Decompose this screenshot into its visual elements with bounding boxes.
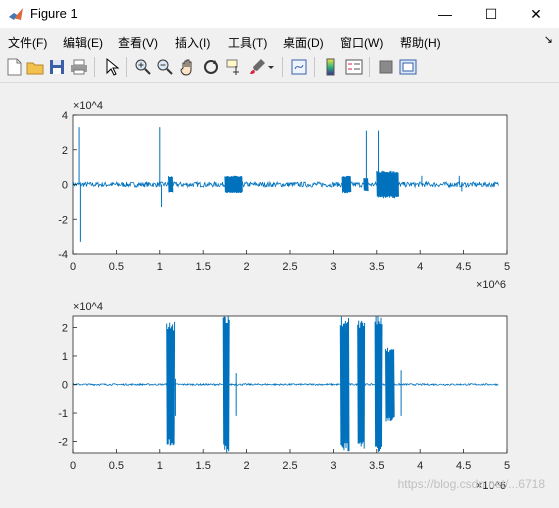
link-plot-icon[interactable] bbox=[289, 57, 309, 77]
x-tick-label: 4.5 bbox=[456, 460, 471, 472]
maximize-button[interactable]: ☐ bbox=[468, 0, 514, 28]
menu-desktop[interactable]: 桌面(D) bbox=[283, 34, 324, 51]
save-icon[interactable] bbox=[47, 57, 67, 77]
x-tick-label: 3.5 bbox=[369, 261, 384, 273]
y-tick-label: -1 bbox=[58, 408, 68, 420]
x-tick-label: 0.5 bbox=[109, 460, 124, 472]
new-figure-icon[interactable] bbox=[4, 57, 24, 77]
toolbar-separator bbox=[314, 57, 315, 77]
menu-help[interactable]: 帮助(H) bbox=[400, 34, 441, 51]
x-tick-label: 2.5 bbox=[282, 460, 297, 472]
close-button[interactable]: ✕ bbox=[513, 0, 559, 28]
menu-tools[interactable]: 工具(T) bbox=[228, 34, 267, 51]
open-file-icon[interactable] bbox=[25, 57, 45, 77]
x-tick-label: 4 bbox=[417, 460, 423, 472]
figure-canvas: 0 0.5 1 1.5 2 2.5 3 3.5 4 4.5 5 4 2 0 -2 -4 ×10^4 ×10^6… bbox=[0, 83, 559, 503]
show-plot-tools-icon[interactable] bbox=[398, 57, 418, 77]
signal-burst bbox=[385, 347, 395, 422]
matlab-icon bbox=[9, 8, 23, 20]
x-tick-label: 0 bbox=[70, 460, 76, 472]
x-tick-label: 1.5 bbox=[196, 261, 211, 273]
y-tick-label: 2 bbox=[62, 145, 68, 157]
x-tick-label: 3 bbox=[330, 460, 336, 472]
signal-burst bbox=[357, 320, 366, 449]
window-title: Figure 1 bbox=[30, 6, 78, 21]
x-tick-label: 3 bbox=[330, 261, 336, 273]
menu-file[interactable]: 文件(F) bbox=[8, 34, 47, 51]
x-tick-label: 3.5 bbox=[369, 460, 384, 472]
y-tick-label: 4 bbox=[62, 110, 68, 122]
signal-burst bbox=[376, 170, 399, 199]
hide-plot-tools-icon[interactable] bbox=[376, 57, 396, 77]
toolbar-separator bbox=[369, 57, 370, 77]
signal-burst bbox=[374, 316, 383, 452]
x-tick-label: 2 bbox=[244, 261, 250, 273]
x-tick-label: 5 bbox=[504, 460, 510, 472]
x-tick-label: 0 bbox=[70, 261, 76, 273]
y-tick-label: -4 bbox=[58, 249, 68, 261]
zoom-out-icon[interactable] bbox=[155, 57, 175, 77]
x-tick-label: 1 bbox=[157, 460, 163, 472]
x-exponent-label: ×10^6 bbox=[476, 279, 506, 291]
bottom-axes[interactable]: 0 0.5 1 1.5 2 2.5 3 3.5 4 4.5 5210-1-2 ×10^4 ×10^6 bbox=[58, 301, 510, 492]
y-exponent-label: ×10^4 bbox=[73, 100, 103, 112]
x-tick-label: 4 bbox=[417, 261, 423, 273]
menu-edit[interactable]: 编辑(E) bbox=[63, 34, 103, 51]
x-tick-label: 4.5 bbox=[456, 261, 471, 273]
data-cursor-icon[interactable] bbox=[224, 57, 244, 77]
menu-insert[interactable]: 插入(I) bbox=[175, 34, 210, 51]
menu-overflow-icon[interactable]: ↘ bbox=[544, 33, 553, 46]
y-tick-label: -2 bbox=[58, 214, 68, 226]
figure-toolbar bbox=[0, 52, 559, 83]
plot-area: 0 0.5 1 1.5 2 2.5 3 3.5 4 4.5 5420-2-4 ×10^4 ×10^6… bbox=[58, 100, 510, 492]
signal-burst bbox=[222, 316, 230, 453]
y-tick-label: 2 bbox=[62, 322, 68, 334]
x-tick-label: 2.5 bbox=[282, 261, 297, 273]
x-tick-label: 5 bbox=[504, 261, 510, 273]
toolbar-separator bbox=[94, 57, 95, 77]
colorbar-icon[interactable] bbox=[321, 57, 341, 77]
signal-burst bbox=[168, 176, 174, 193]
pan-icon[interactable] bbox=[178, 57, 198, 77]
menu-view[interactable]: 查看(V) bbox=[118, 34, 158, 51]
x-tick-label: 1 bbox=[157, 261, 163, 273]
menu-window[interactable]: 窗口(W) bbox=[340, 34, 383, 51]
x-tick-label: 0.5 bbox=[109, 261, 124, 273]
top-axes[interactable]: 0 0.5 1 1.5 2 2.5 3 3.5 4 4.5 5 4 2 0 -2 -4 ×10^4 ×10^6 bbox=[58, 100, 510, 291]
zoom-in-icon[interactable] bbox=[133, 57, 153, 77]
y-tick-label: 1 bbox=[62, 351, 68, 363]
y-tick-label: -2 bbox=[58, 437, 68, 449]
signal-burst bbox=[341, 175, 352, 194]
rotate-3d-icon[interactable] bbox=[201, 57, 221, 77]
signal-burst bbox=[166, 321, 176, 446]
x-tick-label: 2 bbox=[244, 460, 250, 472]
y-tick-label: 0 bbox=[62, 180, 68, 192]
signal-burst bbox=[339, 316, 350, 452]
pointer-icon[interactable] bbox=[101, 57, 121, 77]
y-tick-label: 0 bbox=[62, 380, 68, 392]
minimize-button[interactable]: — bbox=[422, 0, 468, 28]
watermark-text: https://blog.csdn.net/...6718 bbox=[397, 477, 545, 491]
signal-burst bbox=[224, 175, 243, 194]
y-exponent-label: ×10^4 bbox=[73, 301, 103, 313]
brush-icon[interactable] bbox=[247, 57, 267, 77]
x-tick-label: 1.5 bbox=[196, 460, 211, 472]
legend-icon[interactable] bbox=[344, 57, 364, 77]
toolbar-separator bbox=[282, 57, 283, 77]
menu-bar: 文件(F) 编辑(E) 查看(V) 插入(I) 工具(T) 桌面(D) 窗口(W… bbox=[0, 30, 559, 52]
print-icon[interactable] bbox=[69, 57, 89, 77]
toolbar-separator bbox=[126, 57, 127, 77]
title-bar: Figure 1 — ☐ ✕ bbox=[0, 0, 559, 28]
brush-dropdown-icon[interactable] bbox=[266, 57, 276, 77]
